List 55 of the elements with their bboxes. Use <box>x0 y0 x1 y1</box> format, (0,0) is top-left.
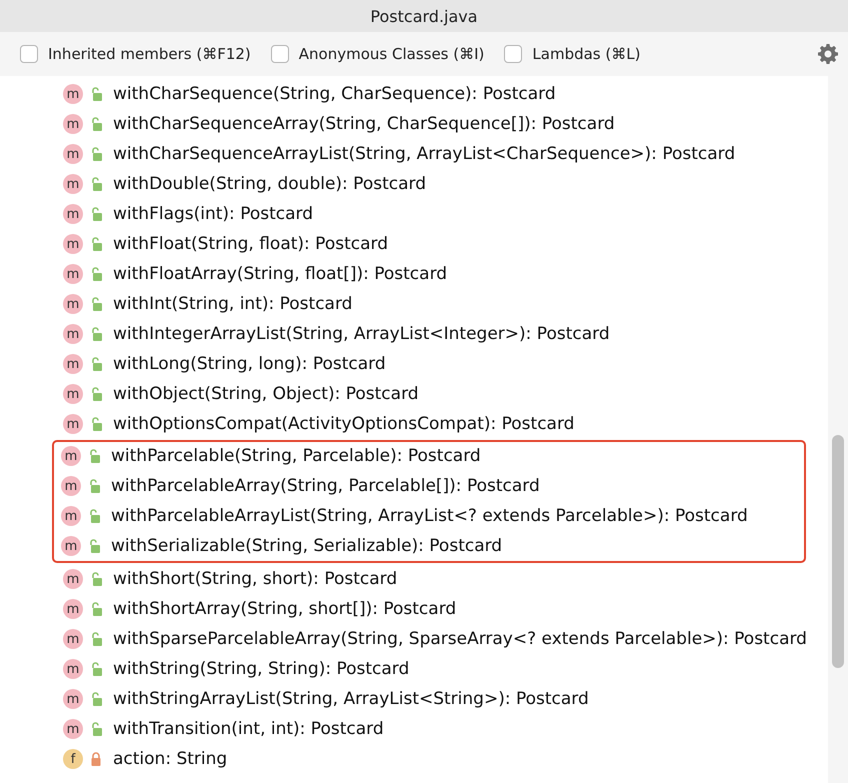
member-signature[interactable]: withStringArrayList(String, ArrayList<String>): Postcard <box>113 689 589 709</box>
member-signature[interactable]: withShort(String, short): Postcard <box>113 569 398 589</box>
member-type-icon: m <box>63 414 83 434</box>
member-signature[interactable]: withParcelableArray(String, Parcelable[]): Postcard <box>111 476 540 496</box>
checkbox[interactable] <box>504 45 522 63</box>
member-signature[interactable]: withOptionsCompat(ActivityOptionsCompat): Postcard <box>113 414 574 434</box>
member-signature[interactable]: withFloat(String, float): Postcard <box>113 234 388 254</box>
member-type-icon: m <box>63 204 83 224</box>
checkbox-label[interactable]: Inherited members (⌘F12) <box>48 45 251 63</box>
member-type-icon: m <box>63 174 83 194</box>
member-type-icon: m <box>63 114 83 134</box>
scrollbar-thumb[interactable] <box>832 435 844 668</box>
member-type-icon: m <box>63 354 83 374</box>
member-signature[interactable]: action: String <box>113 749 228 769</box>
member-signature[interactable]: withIntegerArrayList(String, ArrayList<Integer>): Postcard <box>113 324 610 344</box>
member-signature[interactable]: withLong(String, long): Postcard <box>113 354 386 374</box>
member-signature[interactable]: withFlags(int): Postcard <box>113 204 314 224</box>
member-type-icon: m <box>63 599 83 619</box>
member-type-icon: m <box>63 659 83 679</box>
member-type-icon: m <box>63 689 83 709</box>
member-signature[interactable]: withDouble(String, double): Postcard <box>113 174 426 194</box>
member-type-icon: m <box>63 629 83 649</box>
member-signature[interactable]: withString(String, String): Postcard <box>113 659 410 679</box>
member-signature[interactable]: withSparseParcelableArray(String, SparseArray<? extends Parcelable>): Postcard <box>113 629 807 649</box>
checkbox[interactable] <box>270 45 289 63</box>
member-signature[interactable]: withFloatArray(String, float[]): Postcard <box>113 264 448 284</box>
member-signature[interactable]: withInt(String, int): Postcard <box>113 294 352 314</box>
member-type-icon: m <box>63 294 83 314</box>
member-signature[interactable]: withParcelableArrayList(String, ArrayList<? extends Parcelable>): Postcard <box>111 506 748 526</box>
member-signature[interactable]: withObject(String, Object): Postcard <box>113 384 419 404</box>
member-signature[interactable]: withSerializable(String, Serializable): Postcard <box>111 536 502 556</box>
member-type-icon: m <box>61 476 81 496</box>
member-type-icon: m <box>61 506 81 526</box>
member-signature[interactable]: withCharSequence(String, CharSequence): Postcard <box>113 84 556 104</box>
checkbox-label[interactable]: Anonymous Classes (⌘I) <box>298 45 484 63</box>
member-type-icon: m <box>63 234 83 254</box>
member-signature[interactable]: withParcelable(String, Parcelable): Postcard <box>111 446 481 466</box>
member-type-icon: m <box>61 536 81 556</box>
checkbox-label[interactable]: Lambdas (⌘L) <box>532 45 640 63</box>
member-signature[interactable]: withTransition(int, int): Postcard <box>113 719 384 739</box>
window-title: Postcard.java <box>370 6 478 26</box>
member-type-icon: f <box>63 749 83 769</box>
checkbox[interactable] <box>20 45 38 63</box>
member-type-icon: m <box>63 84 83 104</box>
member-signature[interactable]: withShortArray(String, short[]): Postcard <box>113 599 456 619</box>
member-type-icon: m <box>63 719 83 739</box>
member-type-icon: m <box>61 446 81 466</box>
member-type-icon: m <box>63 569 83 589</box>
member-signature[interactable]: withCharSequenceArray(String, CharSequence[]): Postcard <box>113 114 615 134</box>
member-type-icon: m <box>63 324 83 344</box>
member-type-icon: m <box>63 144 83 164</box>
settings-icon[interactable] <box>818 44 838 64</box>
member-type-icon: m <box>63 264 83 284</box>
member-signature[interactable]: withCharSequenceArrayList(String, ArrayList<CharSequence>): Postcard <box>113 144 736 164</box>
member-type-icon: m <box>63 384 83 404</box>
